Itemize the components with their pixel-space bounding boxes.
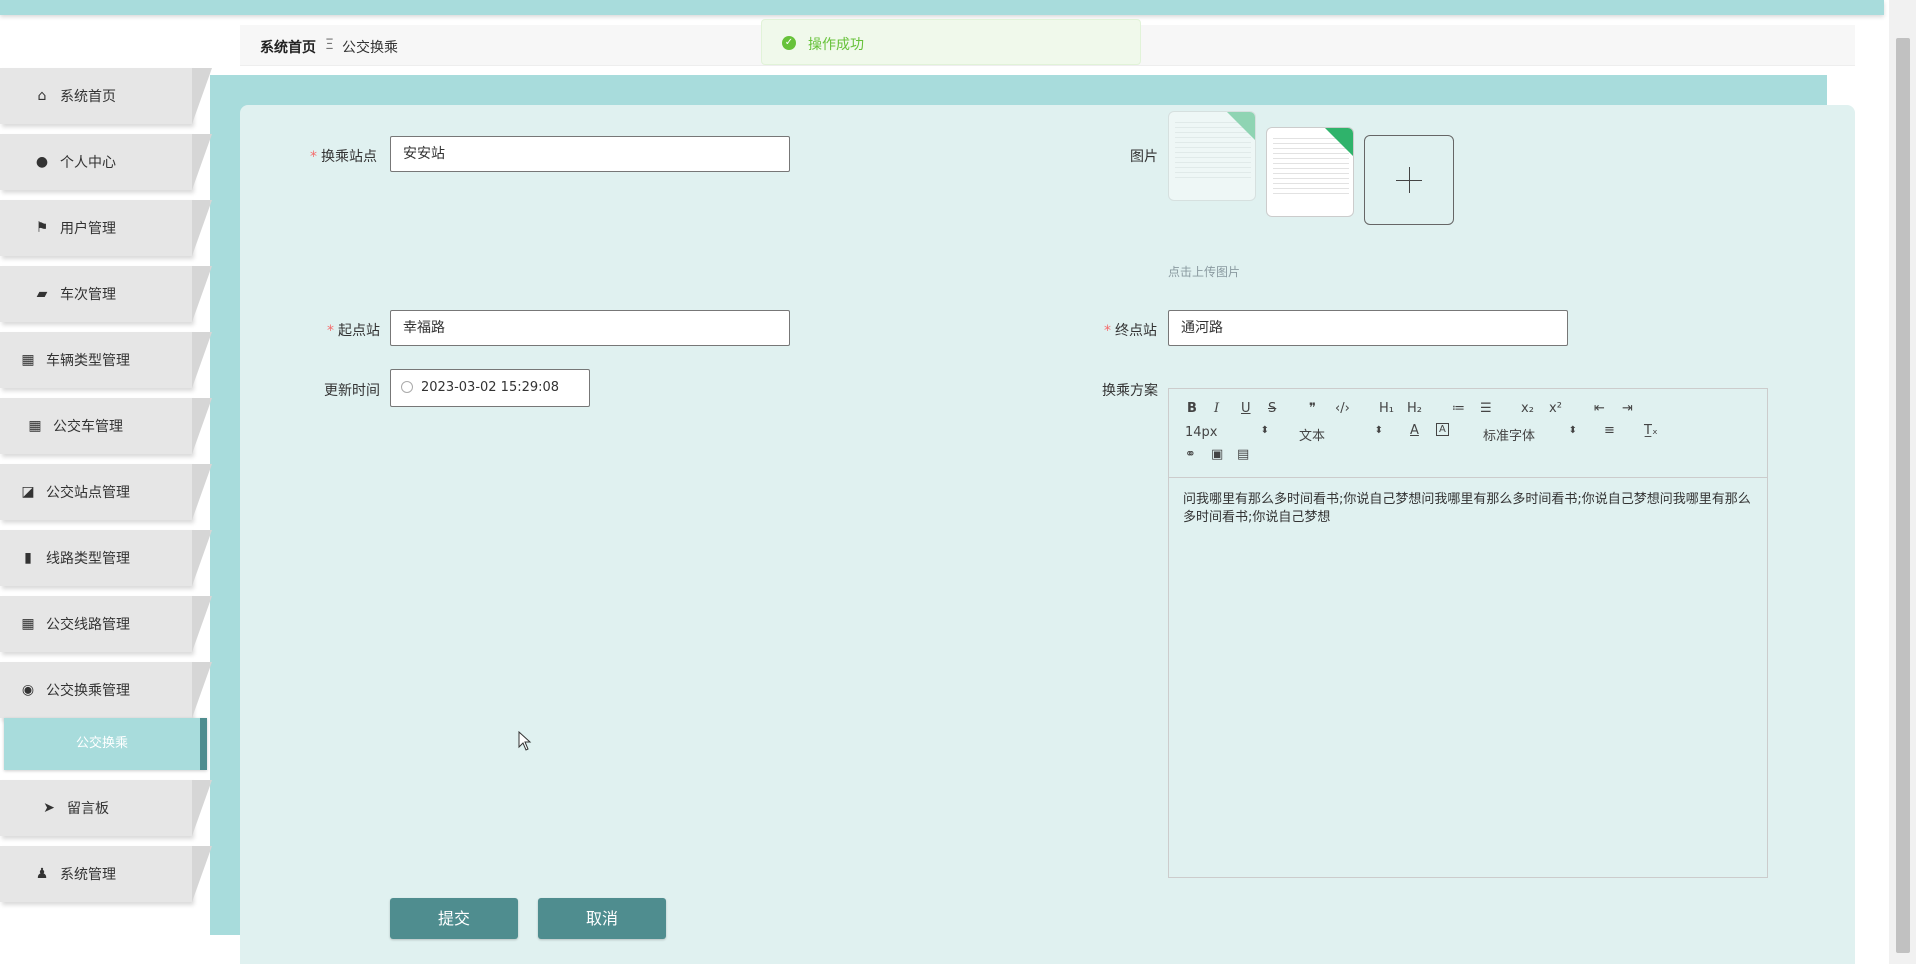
cancel-button[interactable]: 取消 [538, 898, 666, 939]
h2-button[interactable]: H₂ [1407, 401, 1422, 416]
grid-icon: ▦ [28, 418, 42, 434]
font-color-icon[interactable]: A [1410, 423, 1419, 438]
start-station-input[interactable]: 幸福路 [390, 310, 790, 346]
sidebar-item-buses[interactable]: ▦ 公交车管理 [0, 398, 212, 454]
person-icon: ♟ [35, 866, 49, 882]
image-icon[interactable]: ▣ [1211, 447, 1223, 462]
indent-icon[interactable]: ⇥ [1622, 401, 1633, 416]
sidebar-item-system[interactable]: ♟ 系统管理 [0, 846, 212, 902]
chart-icon: ◪ [21, 484, 35, 500]
grid-icon: ▦ [21, 616, 35, 632]
superscript-button[interactable]: x² [1549, 401, 1562, 416]
font-family-select[interactable]: 标准字体 ⬍ [1483, 425, 1577, 444]
align-icon[interactable]: ≡ [1604, 423, 1615, 438]
editor-toolbar: B I U S ❞ ‹/› H₁ H₂ ≔ ☰ x₂ x² ⇤ ⇥ 14px ⬍ … [1169, 389, 1767, 478]
subscript-button[interactable]: x₂ [1521, 401, 1534, 416]
code-icon[interactable]: ‹/› [1335, 401, 1350, 416]
font-size-select[interactable]: 14px ⬍ [1185, 425, 1269, 440]
user-icon: ● [35, 154, 49, 170]
select-arrow-icon: ⬍ [1260, 425, 1269, 436]
sidebar-item-label: 公交站点管理 [46, 485, 130, 501]
sidebar-item-transfers[interactable]: ◉ 公交换乘管理 [0, 662, 212, 718]
sidebar-item-vehicle-types[interactable]: ▦ 车辆类型管理 [0, 332, 212, 388]
upload-add-button[interactable] [1364, 135, 1454, 225]
grid-icon: ▦ [21, 352, 35, 368]
ordered-list-icon[interactable]: ≔ [1452, 401, 1465, 416]
briefcase-icon: ▰ [36, 286, 48, 302]
strike-button[interactable]: S [1268, 401, 1276, 416]
breadcrumb-home[interactable]: 系统首页 [260, 37, 316, 57]
sidebar-item-line-types[interactable]: ▮ 线路类型管理 [0, 530, 212, 586]
sidebar-item-profile[interactable]: ● 个人中心 [0, 134, 212, 190]
success-toast: ✓ 操作成功 [761, 19, 1141, 65]
submit-button[interactable]: 提交 [390, 898, 518, 939]
toast-message: 操作成功 [808, 37, 864, 53]
sidebar-item-label: 公交线路管理 [46, 617, 130, 633]
sidebar-item-lines[interactable]: ▦ 公交线路管理 [0, 596, 212, 652]
link-icon[interactable]: ⚭ [1185, 447, 1196, 462]
bullet-list-icon[interactable]: ☰ [1480, 401, 1492, 416]
start-station-label: * 起点站 [327, 323, 380, 339]
sidebar-item-label: 公交换乘管理 [46, 683, 130, 699]
rich-text-editor: B I U S ❞ ‹/› H₁ H₂ ≔ ☰ x₂ x² ⇤ ⇥ 14px ⬍ … [1168, 388, 1768, 878]
sidebar-item-stations[interactable]: ◪ 公交站点管理 [0, 464, 212, 520]
sidebar-item-label: 车次管理 [60, 287, 116, 303]
sidebar-item-label: 系统管理 [60, 867, 116, 883]
transfer-station-label: * 换乘站点 [310, 149, 377, 165]
bold-button[interactable]: B [1187, 401, 1197, 416]
sidebar-item-home[interactable]: ⌂ 系统首页 [0, 68, 212, 124]
clock-icon [401, 381, 413, 393]
sidebar-item-label: 车辆类型管理 [46, 353, 130, 369]
sidebar-item-label: 系统首页 [60, 89, 116, 105]
image-thumbnail[interactable] [1266, 127, 1354, 217]
italic-button[interactable]: I [1214, 401, 1219, 416]
update-time-label: 更新时间 [324, 383, 380, 399]
transfer-station-input[interactable]: 安安站 [390, 136, 790, 172]
sidebar-item-label: 公交车管理 [53, 419, 123, 435]
home-icon: ⌂ [37, 88, 47, 104]
sidebar-item-label: 留言板 [67, 801, 109, 817]
page-scrollbar[interactable] [1889, 0, 1916, 964]
header-select[interactable]: 文本 ⬍ [1299, 425, 1383, 444]
sidebar-item-trips[interactable]: ▰ 车次管理 [0, 266, 212, 322]
breadcrumb-separator: Ξ [325, 37, 334, 53]
location-icon: ◉ [21, 682, 35, 698]
end-station-input[interactable]: 通河路 [1168, 310, 1568, 346]
video-icon[interactable]: ▤ [1237, 447, 1249, 462]
plan-label: 换乘方案 [1102, 383, 1158, 399]
outdent-icon[interactable]: ⇤ [1594, 401, 1605, 416]
paint-roller-icon: ▮ [24, 550, 32, 566]
sidebar-item-users[interactable]: ⚑ 用户管理 [0, 200, 212, 256]
clear-format-icon[interactable]: T̲ₓ [1644, 423, 1658, 438]
scrollbar-thumb[interactable] [1896, 38, 1910, 953]
update-time-picker[interactable]: 2023-03-02 15:29:08 [390, 369, 590, 407]
quote-icon[interactable]: ❞ [1309, 401, 1316, 416]
upload-hint: 点击上传图片 [1168, 265, 1241, 279]
check-circle-icon: ✓ [782, 36, 796, 50]
top-navbar [0, 0, 1884, 15]
flag-icon: ⚑ [35, 220, 49, 236]
breadcrumb-current: 公交换乘 [342, 40, 398, 56]
sidebar-item-label: 用户管理 [60, 221, 116, 237]
select-arrow-icon: ⬍ [1374, 425, 1383, 436]
select-arrow-icon: ⬍ [1568, 425, 1577, 436]
sidebar-item-messages[interactable]: ➤ 留言板 [0, 780, 212, 836]
sidebar-subitem-transfer[interactable]: 公交换乘 [4, 718, 207, 770]
editor-content[interactable]: 问我哪里有那么多时间看书;你说自己梦想问我哪里有那么多时间看书;你说自己梦想问我… [1183, 491, 1753, 527]
sidebar-item-label: 线路类型管理 [46, 551, 130, 567]
background-color-icon[interactable]: A [1436, 423, 1449, 436]
image-label: 图片 [1130, 149, 1158, 165]
end-station-label: * 终点站 [1104, 323, 1157, 339]
sidebar-item-label: 个人中心 [60, 155, 116, 171]
send-icon: ➤ [43, 800, 55, 816]
image-thumbnail[interactable] [1168, 111, 1256, 201]
update-time-value: 2023-03-02 15:29:08 [421, 380, 560, 395]
h1-button[interactable]: H₁ [1379, 401, 1394, 416]
underline-button[interactable]: U [1241, 401, 1251, 416]
